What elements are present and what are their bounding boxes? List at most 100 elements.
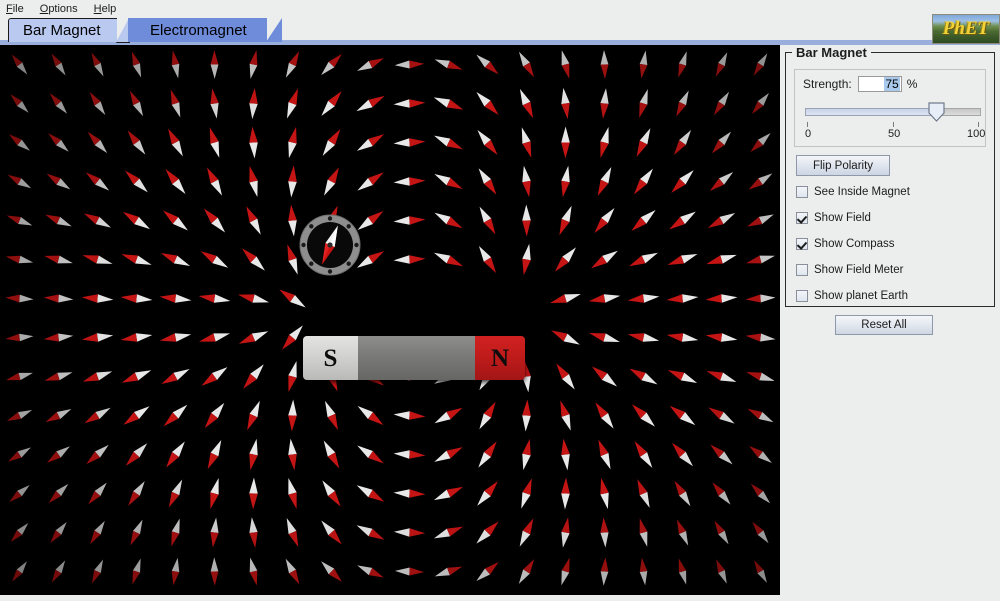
field-vector xyxy=(9,485,30,502)
see-inside-magnet-checkbox-box[interactable] xyxy=(796,186,808,198)
field-vector xyxy=(746,255,775,264)
field-vector xyxy=(6,372,33,381)
field-vector xyxy=(322,480,341,507)
menu-item-file[interactable]: File xyxy=(6,0,24,18)
field-vector xyxy=(249,557,258,586)
field-vector xyxy=(745,294,776,303)
slider-thumb[interactable] xyxy=(928,102,945,122)
field-vector xyxy=(122,211,151,230)
field-vector xyxy=(434,173,463,190)
field-vector xyxy=(88,482,107,505)
checkbox-show-field[interactable]: Show Field xyxy=(796,212,871,224)
field-vector xyxy=(51,53,66,76)
phet-logo[interactable]: PhET xyxy=(932,14,1000,44)
tab-bar-magnet[interactable]: Bar Magnet xyxy=(8,18,130,43)
field-vector xyxy=(561,126,570,159)
field-vector xyxy=(170,89,181,118)
field-vector xyxy=(522,243,531,276)
field-vector xyxy=(249,517,258,548)
field-vector xyxy=(168,128,183,157)
field-vector xyxy=(522,399,531,432)
field-vector xyxy=(242,248,265,271)
flip-polarity-button[interactable]: Flip Polarity xyxy=(796,155,890,176)
field-vector xyxy=(676,90,689,117)
show-field-checkbox-box[interactable] xyxy=(796,212,808,224)
field-vector xyxy=(120,294,153,303)
field-vector xyxy=(639,557,648,586)
field-vector xyxy=(746,372,775,381)
slider-tick-50 xyxy=(893,122,894,127)
field-vector xyxy=(639,518,648,547)
simulation-canvas[interactable]: S N xyxy=(0,45,780,595)
field-vector xyxy=(561,477,570,510)
field-vector xyxy=(632,404,655,427)
field-vector xyxy=(5,255,34,264)
field-vector xyxy=(46,173,71,190)
show-compass-label: Show Compass xyxy=(814,238,895,250)
field-vector xyxy=(478,441,497,468)
field-vector xyxy=(48,133,69,152)
field-vector xyxy=(325,400,338,431)
slider-label-0: 0 xyxy=(805,128,812,140)
menu-item-options[interactable]: Options xyxy=(40,0,78,18)
reset-all-button[interactable]: Reset All xyxy=(835,315,933,335)
field-vector xyxy=(237,294,270,303)
strength-input[interactable]: 75 xyxy=(857,76,902,92)
checkbox-show-compass[interactable]: Show Compass xyxy=(796,238,895,250)
field-vector xyxy=(125,443,148,466)
field-vector xyxy=(629,368,658,385)
checkbox-see-inside-magnet[interactable]: See Inside Magnet xyxy=(796,186,910,198)
field-vector xyxy=(91,52,104,77)
field-vector xyxy=(206,167,223,196)
field-vector xyxy=(750,132,771,153)
field-vector xyxy=(321,561,342,582)
field-vector xyxy=(561,87,570,120)
field-vector xyxy=(600,50,609,79)
field-vector xyxy=(673,129,692,156)
field-vector xyxy=(434,447,463,462)
show-field-meter-checkbox-box[interactable] xyxy=(796,264,808,276)
field-vector xyxy=(518,559,535,584)
field-vector xyxy=(637,479,650,508)
field-vector xyxy=(210,557,219,586)
bar-magnet[interactable]: S N xyxy=(303,336,525,380)
field-vector xyxy=(160,253,191,266)
field-vector xyxy=(249,477,258,510)
checkbox-show-planet-earth[interactable]: Show planet Earth xyxy=(796,290,908,302)
field-vector xyxy=(288,165,297,198)
field-vector xyxy=(393,489,426,498)
field-vector xyxy=(479,401,496,430)
field-vector xyxy=(752,92,769,115)
field-vector xyxy=(357,406,384,425)
field-vector xyxy=(288,126,297,159)
field-vector xyxy=(131,51,142,78)
field-vector xyxy=(356,95,385,112)
tab-electromagnet[interactable]: Electromagnet xyxy=(128,18,282,42)
strength-slider[interactable]: 0 50 100 xyxy=(805,100,985,142)
field-vector xyxy=(10,522,29,543)
field-vector xyxy=(210,88,219,119)
field-vector xyxy=(171,557,180,586)
field-vector xyxy=(323,440,340,469)
menu-item-help[interactable]: Help xyxy=(94,0,117,18)
field-vector xyxy=(476,91,499,116)
show-compass-checkbox-box[interactable] xyxy=(796,238,808,250)
field-vector xyxy=(706,371,737,382)
field-vector xyxy=(666,333,699,342)
compass[interactable] xyxy=(297,212,363,278)
field-vector xyxy=(82,255,113,264)
show-field-label: Show Field xyxy=(814,212,871,224)
field-vector xyxy=(591,250,618,269)
checkbox-show-field-meter[interactable]: Show Field Meter xyxy=(796,264,903,276)
field-vector xyxy=(712,482,731,505)
field-vector xyxy=(627,294,660,303)
menu-help-rest: elp xyxy=(101,3,117,15)
field-vector xyxy=(393,99,426,108)
show-planet-earth-checkbox-box[interactable] xyxy=(796,290,808,302)
field-vector xyxy=(209,127,220,158)
field-vector xyxy=(561,165,570,198)
field-vector xyxy=(356,485,385,502)
menu-file-mnemonic: F xyxy=(6,3,13,15)
field-vector xyxy=(203,208,226,233)
field-vector xyxy=(708,407,735,424)
